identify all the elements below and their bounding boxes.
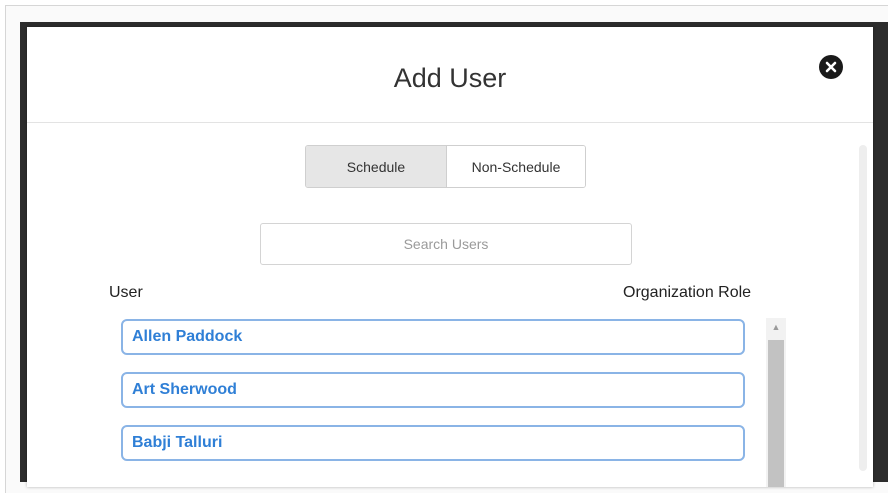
- user-list: Allen Paddock Art Sherwood Babji Talluri: [121, 318, 751, 487]
- close-x-icon: [825, 61, 837, 73]
- modal-header: Add User: [27, 27, 873, 123]
- scroll-up-arrow-icon[interactable]: ▲: [766, 318, 786, 336]
- non-schedule-toggle-button[interactable]: Non-Schedule: [447, 146, 585, 187]
- user-column-header: User: [109, 284, 143, 301]
- modal-scrollbar[interactable]: [859, 145, 867, 471]
- close-button[interactable]: [819, 55, 843, 79]
- add-user-modal: Add User Schedule Non-Schedule User Orga…: [27, 27, 873, 487]
- user-list-scrollbar[interactable]: ▲: [766, 318, 786, 487]
- scrollbar-thumb[interactable]: [768, 340, 784, 487]
- schedule-toggle-button[interactable]: Schedule: [306, 146, 447, 187]
- user-list-item[interactable]: Allen Paddock: [121, 319, 745, 355]
- organization-role-column-header: Organization Role: [623, 284, 752, 301]
- user-list-item[interactable]: Art Sherwood: [121, 372, 745, 408]
- user-list-item[interactable]: Babji Talluri: [121, 425, 745, 461]
- modal-title: Add User: [393, 63, 507, 93]
- search-users-input[interactable]: [260, 223, 632, 265]
- schedule-toggle-group: Schedule Non-Schedule: [305, 145, 586, 188]
